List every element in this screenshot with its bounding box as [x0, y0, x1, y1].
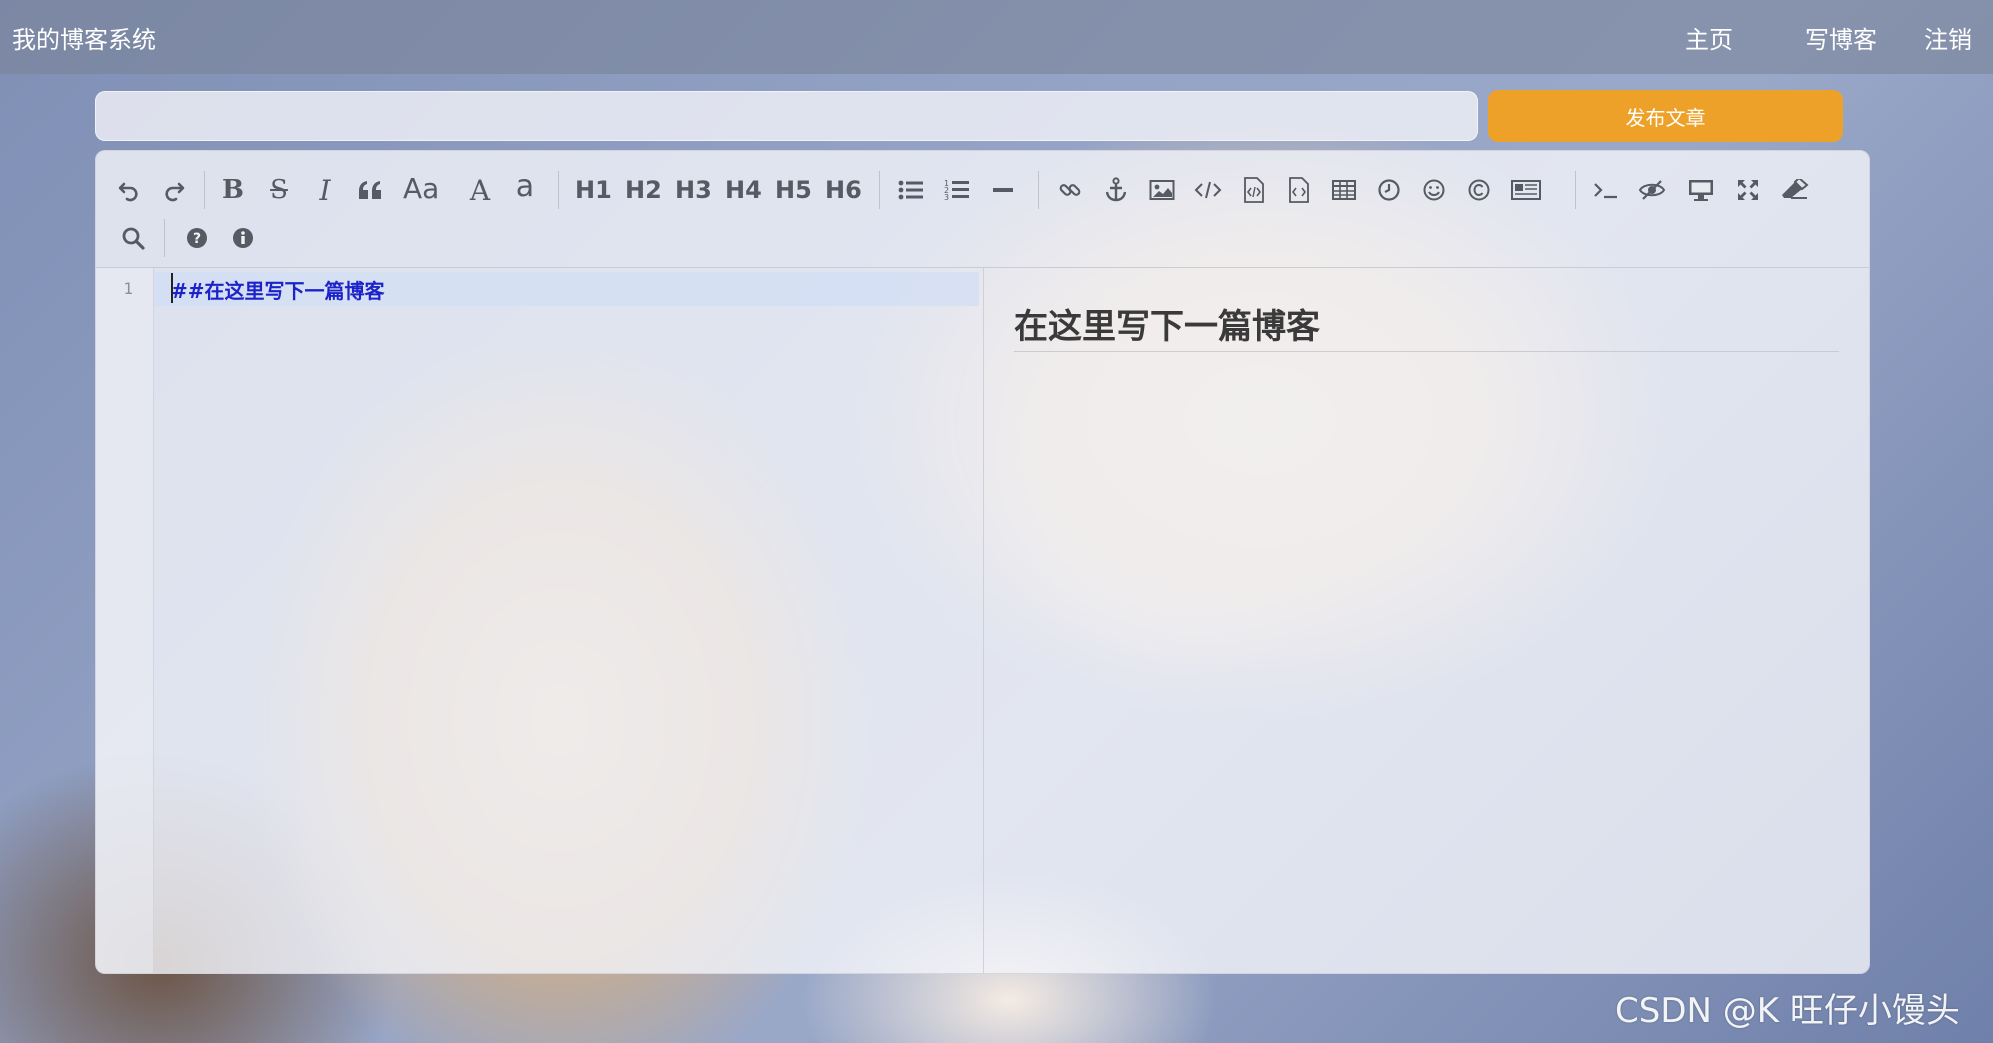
- markdown-editor: B S I Aa A a H1 H2 H3 H4 H5 H6 123 ? 1 #…: [95, 150, 1870, 974]
- svg-text:3: 3: [944, 193, 949, 202]
- markdown-source-line[interactable]: ##在这里写下一篇博客: [171, 275, 385, 304]
- watch-icon[interactable]: [1637, 173, 1667, 207]
- nav-logout-link[interactable]: 注销: [1924, 20, 1972, 55]
- goto-line-icon[interactable]: [1591, 173, 1621, 207]
- quote-icon[interactable]: [355, 173, 385, 207]
- unordered-list-icon[interactable]: [896, 173, 926, 207]
- preformatted-icon[interactable]: [1284, 173, 1314, 207]
- site-title: 我的博客系统: [12, 27, 156, 54]
- toolbar-divider: [1038, 171, 1039, 209]
- uppercase-icon[interactable]: A: [465, 173, 495, 207]
- pagebreak-icon[interactable]: [1511, 173, 1541, 207]
- nav-home-link[interactable]: 主页: [1685, 20, 1733, 55]
- article-title-input[interactable]: [95, 91, 1478, 141]
- editor-toolbar: B S I Aa A a H1 H2 H3 H4 H5 H6 123 ?: [96, 151, 1869, 268]
- help-icon[interactable]: ?: [182, 221, 212, 255]
- watermark: CSDN @K 旺仔小馒头: [1615, 991, 1960, 1031]
- pane-divider: [983, 268, 984, 973]
- strikethrough-icon[interactable]: S: [264, 173, 294, 207]
- image-icon[interactable]: [1147, 173, 1177, 207]
- html-entities-icon[interactable]: [1464, 173, 1494, 207]
- h2-button[interactable]: H2: [625, 173, 662, 207]
- nav-write-link[interactable]: 写博客: [1805, 20, 1877, 55]
- redo-icon[interactable]: [159, 173, 189, 207]
- h1-button[interactable]: H1: [575, 173, 612, 207]
- search-icon[interactable]: [118, 221, 148, 255]
- horizontal-rule-icon[interactable]: [988, 173, 1018, 207]
- toolbar-divider: [164, 219, 165, 257]
- code-icon[interactable]: [1193, 173, 1223, 207]
- table-icon[interactable]: [1329, 173, 1359, 207]
- toolbar-divider: [879, 171, 880, 209]
- preview-icon[interactable]: [1686, 173, 1716, 207]
- h3-button[interactable]: H3: [675, 173, 712, 207]
- font-case-icon[interactable]: Aa: [403, 171, 439, 205]
- preview-heading-rule: [1014, 351, 1839, 352]
- italic-icon[interactable]: I: [310, 173, 340, 207]
- svg-text:?: ?: [193, 231, 201, 247]
- clear-icon[interactable]: [1780, 173, 1810, 207]
- fullscreen-icon[interactable]: [1733, 173, 1763, 207]
- anchor-icon[interactable]: [1101, 173, 1131, 207]
- line-number-gutter: [96, 268, 154, 973]
- line-number: 1: [123, 279, 133, 298]
- toolbar-divider: [204, 171, 205, 209]
- publish-button[interactable]: 发布文章: [1488, 90, 1843, 142]
- top-nav-bar: 我的博客系统 主页 写博客 注销: [0, 0, 1993, 74]
- info-icon[interactable]: [228, 221, 258, 255]
- text-cursor: [171, 273, 173, 303]
- bold-icon[interactable]: B: [218, 173, 248, 207]
- ordered-list-icon[interactable]: 123: [942, 173, 972, 207]
- link-icon[interactable]: [1055, 173, 1085, 207]
- undo-icon[interactable]: [114, 173, 144, 207]
- lowercase-icon[interactable]: a: [510, 169, 540, 204]
- h4-button[interactable]: H4: [725, 173, 762, 207]
- datetime-icon[interactable]: [1374, 173, 1404, 207]
- toolbar-divider: [1575, 171, 1576, 209]
- h5-button[interactable]: H5: [775, 173, 812, 207]
- preview-heading: 在这里写下一篇博客: [1014, 307, 1320, 347]
- h6-button[interactable]: H6: [825, 173, 862, 207]
- toolbar-divider: [558, 171, 559, 209]
- emoji-icon[interactable]: [1419, 173, 1449, 207]
- code-block-icon[interactable]: [1239, 173, 1269, 207]
